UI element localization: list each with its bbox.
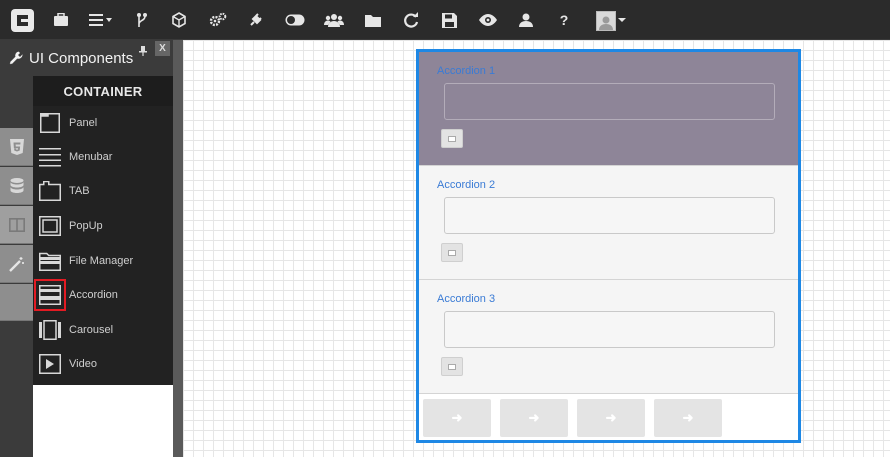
component-item-tab[interactable]: TAB — [33, 174, 173, 208]
logo-icon[interactable] — [11, 9, 34, 32]
component-label: TAB — [69, 185, 90, 197]
panel-scrollbar[interactable] — [173, 40, 183, 457]
component-label: Menubar — [69, 151, 113, 163]
panel-title: UI Components — [29, 49, 134, 67]
users-icon[interactable] — [316, 0, 352, 40]
component-label: Video — [69, 358, 97, 370]
accordion-toggle-button[interactable] — [441, 357, 463, 376]
magic-icon[interactable] — [0, 245, 33, 283]
component-label: PopUp — [69, 220, 103, 232]
component-label: Panel — [69, 117, 98, 129]
refresh-icon[interactable] — [393, 0, 429, 40]
file-manager-icon — [39, 250, 61, 272]
panel-close-button[interactable]: X — [155, 41, 170, 56]
accordion-title[interactable]: Accordion 3 — [437, 293, 495, 305]
popup-icon — [39, 215, 61, 237]
plug-icon[interactable] — [238, 0, 274, 40]
tab-icon — [39, 180, 61, 202]
arrow-right-button[interactable]: ➜ — [500, 399, 568, 437]
component-item-carousel[interactable]: Carousel — [33, 313, 173, 347]
component-label: Accordion — [69, 289, 118, 301]
eye-icon[interactable] — [470, 0, 506, 40]
wrench-icon — [9, 51, 23, 65]
accordion-toggle-button[interactable] — [441, 129, 463, 148]
avatar-icon[interactable] — [596, 11, 616, 31]
section-title: CONTAINER — [33, 76, 173, 106]
accordion-panel-3[interactable]: Accordion 3 — [419, 280, 798, 394]
accordion-title[interactable]: Accordion 1 — [437, 65, 495, 77]
user-icon[interactable] — [508, 0, 544, 40]
menu-icon[interactable] — [82, 0, 120, 40]
component-item-video[interactable]: Video — [33, 347, 173, 381]
html5-icon[interactable] — [0, 128, 33, 166]
pin-icon[interactable] — [139, 46, 147, 59]
sidebar-tab-blank[interactable] — [0, 284, 33, 321]
avatar-dropdown-icon[interactable] — [614, 0, 630, 40]
component-item-popup[interactable]: PopUp — [33, 209, 173, 243]
accordion-content-field[interactable] — [444, 197, 775, 234]
accordion-title[interactable]: Accordion 2 — [437, 179, 495, 191]
top-toolbar: ? — [0, 0, 890, 40]
accordion-panel-2[interactable]: Accordion 2 — [419, 166, 798, 280]
help-icon[interactable]: ? — [546, 0, 582, 40]
component-item-accordion[interactable]: Accordion — [33, 278, 173, 312]
panel-icon — [39, 112, 61, 134]
folder-icon[interactable] — [355, 0, 391, 40]
component-item-file-manager[interactable]: File Manager — [33, 244, 173, 278]
accordion-icon — [34, 279, 66, 311]
toggle-icon[interactable] — [277, 0, 313, 40]
cube-icon[interactable] — [161, 0, 197, 40]
accordion-content-field[interactable] — [444, 311, 775, 348]
component-item-menubar[interactable]: Menubar — [33, 140, 173, 174]
menubar-icon — [39, 146, 61, 168]
accordion-widget[interactable]: Accordion 1 Accordion 2 Accordion 3 ➜ ➜ … — [416, 49, 801, 443]
accordion-toggle-button[interactable] — [441, 243, 463, 262]
arrow-right-button[interactable]: ➜ — [577, 399, 645, 437]
accordion-panel-1[interactable]: Accordion 1 — [419, 52, 798, 166]
sidebar-strip — [0, 40, 33, 457]
component-label: Carousel — [69, 324, 114, 336]
layout-icon[interactable] — [0, 206, 33, 244]
accordion-content-field[interactable] — [444, 83, 775, 120]
carousel-icon — [39, 319, 61, 341]
arrow-right-button[interactable]: ➜ — [423, 399, 491, 437]
video-icon — [39, 353, 61, 375]
panel-header: UI Components X — [0, 40, 173, 76]
component-item-panel[interactable]: Panel — [33, 106, 173, 140]
database-icon[interactable] — [0, 167, 33, 205]
component-label: File Manager — [69, 255, 134, 267]
cogs-icon[interactable] — [200, 0, 236, 40]
component-list: CONTAINER Panel Menubar TAB PopUp File M… — [33, 76, 173, 385]
arrow-right-button[interactable]: ➜ — [654, 399, 722, 437]
branch-icon[interactable] — [124, 0, 160, 40]
briefcase-icon[interactable] — [43, 0, 79, 40]
save-icon[interactable] — [431, 0, 467, 40]
